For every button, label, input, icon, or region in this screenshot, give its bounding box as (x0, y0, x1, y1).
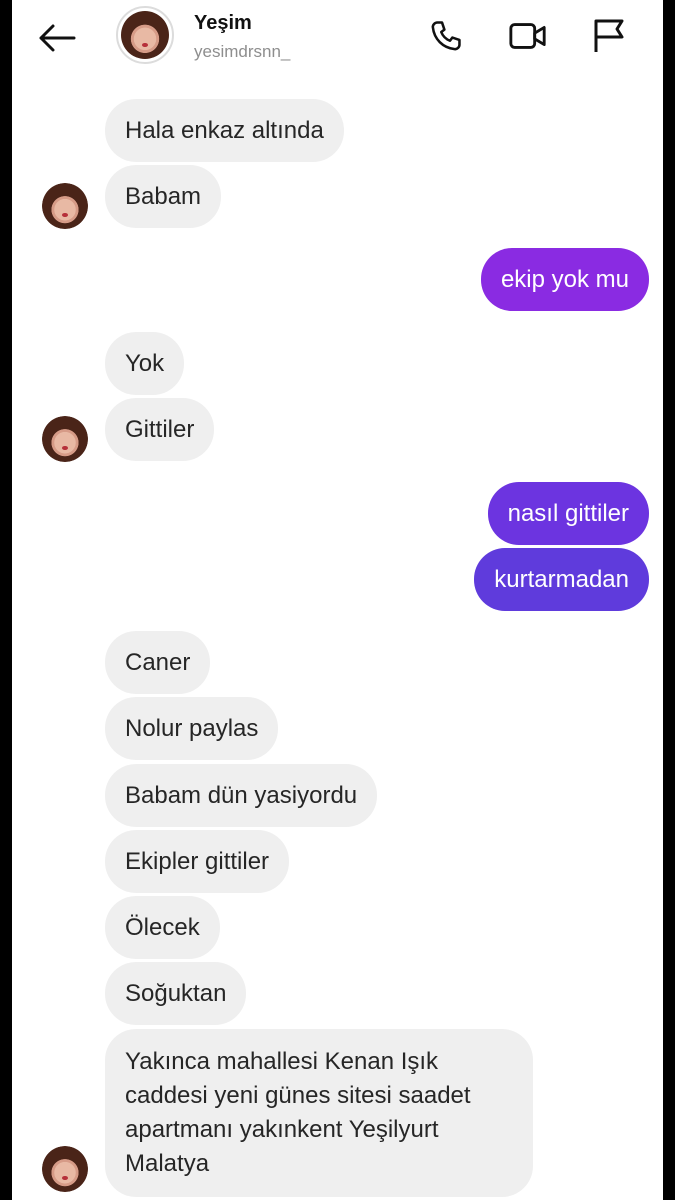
back-button[interactable] (34, 20, 80, 56)
header-avatar[interactable] (116, 6, 174, 64)
phone-icon (431, 21, 461, 51)
sender-avatar[interactable] (42, 183, 88, 229)
incoming-message[interactable]: Babam dün yasiyordu (105, 764, 378, 827)
contact-name[interactable]: Yeşim (194, 12, 252, 35)
video-call-button[interactable] (508, 16, 548, 56)
profile-photo (42, 1146, 88, 1192)
profile-photo (42, 416, 88, 462)
incoming-message[interactable]: Soğuktan (105, 962, 247, 1025)
report-button[interactable] (588, 16, 628, 56)
flag-icon (594, 19, 624, 52)
contact-username[interactable]: yesimdrsnn_ (194, 42, 290, 62)
incoming-message[interactable]: Ekipler gittiler (105, 830, 290, 893)
outgoing-message[interactable]: kurtarmadan (474, 548, 649, 611)
outgoing-message[interactable]: nasıl gittiler (487, 482, 649, 545)
incoming-message[interactable]: Babam (105, 165, 222, 228)
incoming-message[interactable]: Hala enkaz altında (105, 99, 344, 162)
chat-screen: Yeşim yesimdrsnn_ Hala enkaz altında Bab… (12, 0, 663, 1200)
sender-avatar[interactable] (42, 1146, 88, 1192)
incoming-message[interactable]: Caner (105, 631, 211, 694)
chat-header: Yeşim yesimdrsnn_ (12, 0, 663, 76)
profile-photo (121, 11, 169, 59)
incoming-message[interactable]: Yakınca mahallesi Kenan Işık caddesi yen… (105, 1029, 533, 1197)
incoming-message[interactable]: Nolur paylas (105, 697, 279, 760)
incoming-message[interactable]: Gittiler (105, 398, 215, 461)
sender-avatar[interactable] (42, 416, 88, 462)
back-arrow-icon (39, 24, 76, 52)
outgoing-message[interactable]: ekip yok mu (480, 248, 649, 311)
profile-photo (42, 183, 88, 229)
voice-call-button[interactable] (426, 16, 466, 56)
incoming-message[interactable]: Yok (105, 332, 185, 395)
video-camera-icon (509, 23, 546, 49)
incoming-message[interactable]: Ölecek (105, 896, 220, 959)
